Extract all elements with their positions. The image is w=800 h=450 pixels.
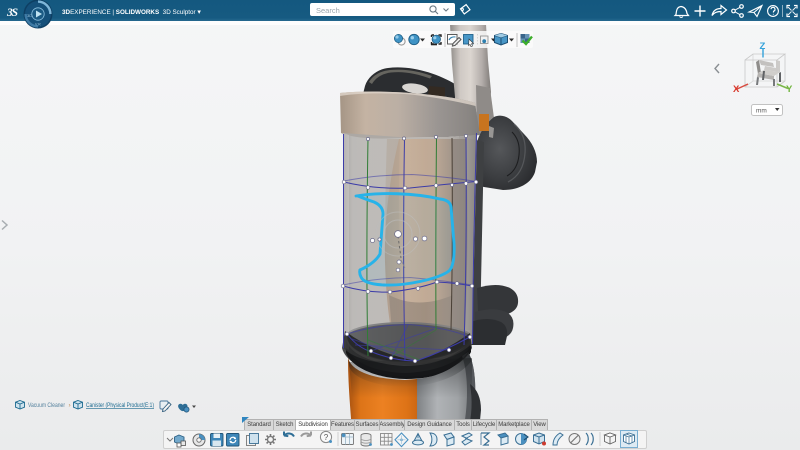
svg-text:3D: 3D	[27, 13, 32, 18]
svg-text:›: ›	[69, 402, 71, 409]
svg-text:mm: mm	[756, 108, 767, 115]
svg-text:V.R: V.R	[35, 23, 41, 27]
svg-text:X: X	[733, 84, 740, 95]
svg-text:Vacuum Cleaner: Vacuum Cleaner	[28, 402, 65, 409]
svg-text:Z: Z	[760, 41, 766, 52]
svg-text:?: ?	[324, 433, 329, 442]
svg-text:Y: Y	[786, 84, 793, 95]
svg-text:3S: 3S	[6, 7, 18, 19]
svg-text:Canister (Physical Product(E:1: Canister (Physical Product(E:1)	[86, 402, 154, 409]
